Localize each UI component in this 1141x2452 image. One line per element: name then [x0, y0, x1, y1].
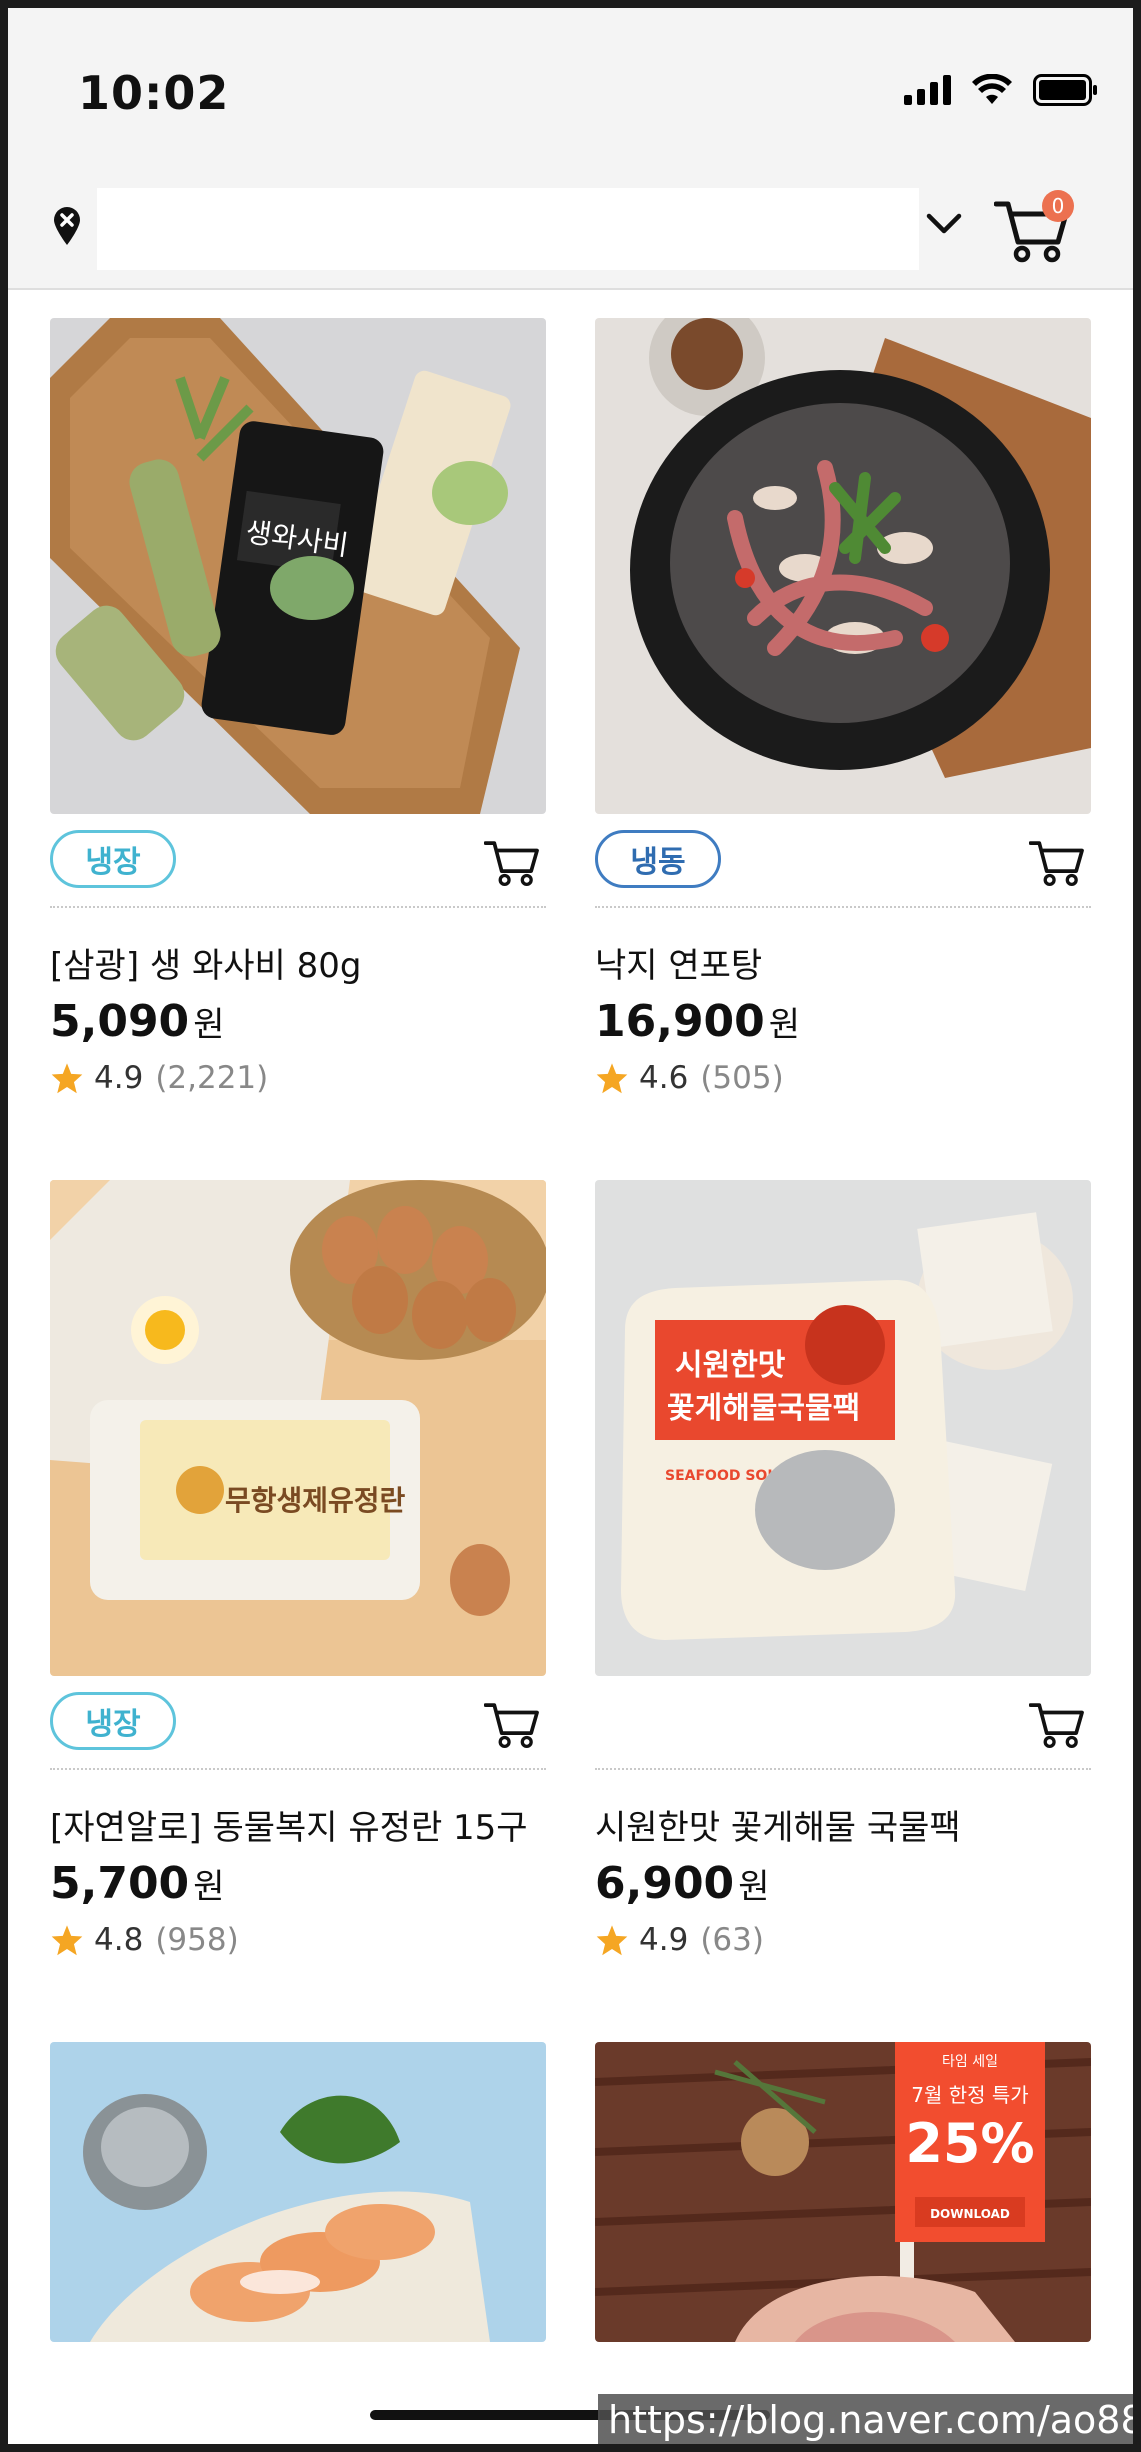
price-currency: 원 — [768, 1005, 801, 1045]
product-price: 5,700 원 — [50, 1858, 224, 1909]
promo-line1: 7월 한정 특가 — [911, 2083, 1028, 2107]
add-to-cart-icon[interactable] — [484, 838, 540, 888]
review-count: (2,221) — [155, 1060, 269, 1096]
star-icon — [596, 1925, 628, 1956]
wifi-icon — [972, 74, 1012, 104]
add-to-cart-icon[interactable] — [1029, 1700, 1085, 1750]
divider — [595, 906, 1091, 908]
product-image[interactable] — [50, 2042, 546, 2342]
price-currency: 원 — [193, 1867, 225, 1907]
rating-score: 4.9 — [639, 1922, 689, 1958]
price-currency: 원 — [193, 1005, 225, 1045]
price-currency: 원 — [738, 1867, 770, 1907]
location-off-icon[interactable] — [52, 206, 82, 246]
watermark: https://blog.naver.com/ao887 — [598, 2394, 1133, 2444]
product-rating: 4.9 (63) — [595, 1922, 764, 1958]
product-image[interactable]: 타임 세일 7월 한정 특가 25% DOWNLOAD — [595, 2042, 1091, 2342]
product-image[interactable]: 무항생제유정란 — [50, 1180, 546, 1676]
product-card[interactable] — [50, 2042, 546, 2342]
review-count: (505) — [700, 1060, 784, 1096]
octopus-soup-photo — [595, 318, 1091, 814]
product-card[interactable]: 시원한맛 꽃게해물국물팩 SEAFOOD SOUP TEA BAG 시원한맛 꽃… — [595, 1180, 1091, 1958]
divider — [50, 1768, 546, 1770]
product-card[interactable]: 타임 세일 7월 한정 특가 25% DOWNLOAD — [595, 2042, 1091, 2342]
product-image[interactable]: 생와사비 — [50, 318, 546, 814]
price-value: 16,900 — [595, 996, 765, 1047]
storage-tag: 냉장 — [50, 1692, 176, 1750]
chevron-down-icon[interactable] — [926, 212, 962, 236]
product-card[interactable]: 생와사비 냉장 [삼광] 생 와사비 80g 5,090 원 4.9 (2,22… — [50, 318, 546, 1096]
star-icon — [51, 1063, 83, 1094]
divider — [50, 906, 546, 908]
add-to-cart-icon[interactable] — [484, 1700, 540, 1750]
eggs-product-photo: 무항생제유정란 — [50, 1180, 546, 1676]
top-bar: 10:02 0 — [8, 8, 1133, 290]
battery-icon — [1033, 74, 1097, 106]
product-card[interactable]: 무항생제유정란 냉장 [자연알로] 동물복지 유정란 15구 5,700 원 4… — [50, 1180, 546, 1958]
egg-box-text: 무항생제유정란 — [225, 1484, 406, 1517]
rating-score: 4.8 — [94, 1922, 144, 1958]
product-name[interactable]: [자연알로] 동물복지 유정란 15구 — [50, 1800, 528, 1849]
review-count: (63) — [700, 1922, 764, 1958]
status-time: 10:02 — [78, 66, 230, 120]
promo-small-text: 타임 세일 — [942, 2054, 998, 2070]
crab-broth-pack-photo: 시원한맛 꽃게해물국물팩 SEAFOOD SOUP TEA BAG — [595, 1180, 1091, 1676]
star-icon — [596, 1063, 628, 1094]
product-price: 5,090 원 — [50, 996, 224, 1047]
add-to-cart-icon[interactable] — [1029, 838, 1085, 888]
broth-pack-text-2: 꽃게해물국물팩 — [667, 1391, 860, 1426]
phone-screen: 10:02 0 생와사비 냉장 [삼광] 생 와사비 80g 5,090 원 4… — [8, 8, 1133, 2444]
product-price: 6,900 원 — [595, 1858, 769, 1909]
signal-icon — [904, 75, 951, 105]
product-image[interactable]: 시원한맛 꽃게해물국물팩 SEAFOOD SOUP TEA BAG — [595, 1180, 1091, 1676]
status-icons — [904, 74, 1099, 106]
product-name[interactable]: 낙지 연포탕 — [595, 938, 762, 987]
rating-score: 4.6 — [639, 1060, 689, 1096]
price-value: 6,900 — [595, 1858, 735, 1909]
star-icon — [51, 1925, 83, 1956]
cart-count-badge: 0 — [1042, 190, 1074, 222]
product-rating: 4.8 (958) — [50, 1922, 239, 1958]
product-name[interactable]: [삼광] 생 와사비 80g — [50, 938, 361, 987]
price-value: 5,090 — [50, 996, 190, 1047]
price-value: 5,700 — [50, 1858, 190, 1909]
product-rating: 4.6 (505) — [595, 1060, 784, 1096]
rating-score: 4.9 — [94, 1060, 144, 1096]
meat-promo-photo: 타임 세일 7월 한정 특가 25% DOWNLOAD — [595, 2042, 1091, 2342]
product-price: 16,900 원 — [595, 996, 800, 1047]
storage-tag: 냉장 — [50, 830, 176, 888]
product-rating: 4.9 (2,221) — [50, 1060, 268, 1096]
storage-tag: 냉동 — [595, 830, 721, 888]
wasabi-product-photo: 생와사비 — [50, 318, 546, 814]
review-count: (958) — [155, 1922, 239, 1958]
broth-pack-text-1: 시원한맛 — [675, 1348, 786, 1383]
product-image[interactable] — [595, 318, 1091, 814]
address-input[interactable] — [97, 188, 919, 270]
promo-download-button[interactable]: DOWNLOAD — [930, 2207, 1010, 2221]
product-card[interactable]: 냉동 낙지 연포탕 16,900 원 4.6 (505) — [595, 318, 1091, 1096]
promo-big-text: 25% — [905, 2112, 1034, 2175]
product-name[interactable]: 시원한맛 꽃게해물 국물팩 — [595, 1800, 961, 1849]
shrimp-sashimi-photo — [50, 2042, 546, 2342]
divider — [595, 1768, 1091, 1770]
